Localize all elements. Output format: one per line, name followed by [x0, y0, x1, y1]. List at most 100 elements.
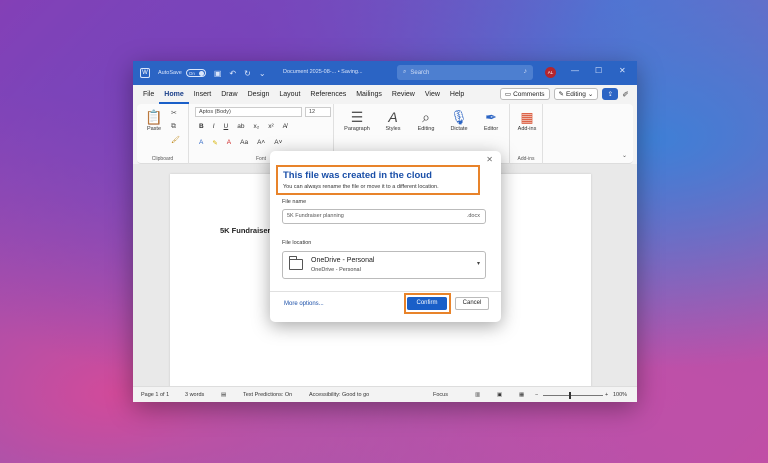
chevron-down-icon: ⌄ — [587, 91, 594, 98]
grow-font-icon[interactable]: A˄ — [257, 139, 265, 147]
bold-icon[interactable]: B — [199, 123, 204, 130]
share-button[interactable]: ⇪ — [602, 88, 619, 100]
shrink-font-icon[interactable]: A˅ — [274, 139, 282, 147]
focus-button[interactable]: Focus — [433, 392, 448, 398]
file-name-label: File name — [282, 199, 307, 205]
tab-insert[interactable]: Insert — [189, 85, 217, 104]
web-layout-icon[interactable]: ▦ — [519, 392, 524, 398]
more-options-link[interactable]: More options... — [284, 301, 324, 307]
copilot-icon[interactable]: ✐ — [622, 90, 629, 99]
copy-icon[interactable]: ⧉ — [171, 123, 176, 131]
tab-design[interactable]: Design — [243, 85, 275, 104]
zoom-slider[interactable] — [543, 395, 603, 396]
editing-button[interactable]: ⌕ Editing — [412, 108, 440, 132]
collapse-ribbon-icon[interactable]: ⌄ — [622, 152, 627, 159]
tab-mailings[interactable]: Mailings — [351, 85, 387, 104]
accessibility-status[interactable]: Accessibility: Good to go — [309, 392, 369, 398]
word-icon[interactable]: W — [140, 68, 150, 78]
document-text[interactable]: 5K Fundraiser — [220, 226, 270, 235]
undo-icon[interactable]: ↶ — [229, 69, 236, 78]
cut-icon[interactable]: ✂ — [171, 109, 177, 117]
format-row: B I U ab x₂ x² A̸ — [199, 123, 287, 130]
page-count[interactable]: Page 1 of 1 — [141, 392, 169, 398]
folder-icon — [289, 256, 303, 270]
microphone-icon[interactable]: ♪ — [524, 68, 528, 75]
chevron-down-icon: ▾ — [476, 261, 480, 267]
paste-button[interactable]: 📋 Paste — [143, 108, 165, 132]
addins-icon: ▦ — [520, 109, 534, 125]
confirm-button[interactable]: Confirm — [407, 297, 447, 310]
font-color-icon[interactable]: A — [227, 139, 231, 147]
underline-icon[interactable]: U — [224, 123, 229, 130]
paragraph-button[interactable]: ☰ Paragraph — [340, 108, 374, 132]
file-location-label: File location — [282, 240, 312, 246]
maximize-button[interactable]: ☐ — [595, 66, 602, 75]
italic-icon[interactable]: I — [213, 123, 215, 130]
tab-help[interactable]: Help — [445, 85, 469, 104]
subscript-icon[interactable]: x₂ — [253, 123, 259, 130]
editor-icon: ✒ — [485, 109, 497, 125]
pencil-icon: ✎ — [558, 91, 564, 98]
addins-group: ▦ Add-ins Add-ins — [509, 104, 543, 164]
clipboard-icon: 📋 — [145, 109, 163, 125]
close-button[interactable]: ✕ — [619, 66, 626, 75]
text-predictions[interactable]: Text Predictions: On — [243, 392, 292, 398]
autosave-toggle[interactable]: On — [185, 69, 206, 77]
file-name-input[interactable]: 5K Fundraiser planning .docx — [282, 209, 486, 224]
editing-mode-button[interactable]: ✎ Editing ⌄ — [553, 88, 599, 100]
tab-review[interactable]: Review — [387, 85, 420, 104]
avatar[interactable]: AL — [545, 67, 556, 78]
font-name-select[interactable]: Aptos (Body) — [195, 107, 302, 117]
cancel-button[interactable]: Cancel — [455, 297, 489, 310]
read-mode-icon[interactable]: ▥ — [475, 392, 480, 398]
editor-button[interactable]: ✒ Editor — [478, 108, 504, 132]
document-title[interactable]: Document 2025-08-... • Saving... — [283, 69, 363, 75]
dictate-button[interactable]: 🎙 Dictate — [446, 108, 472, 132]
change-case-icon[interactable]: Aa — [240, 139, 248, 147]
proofing-icon[interactable]: ▤ — [221, 392, 226, 398]
file-extension: .docx — [466, 213, 480, 219]
clipboard-group-label: Clipboard — [151, 156, 174, 162]
font-size-select[interactable]: 12 — [305, 107, 331, 117]
tab-layout[interactable]: Layout — [274, 85, 305, 104]
close-icon[interactable]: ✕ — [486, 155, 493, 164]
word-count[interactable]: 3 words — [185, 392, 204, 398]
print-layout-icon[interactable]: ▣ — [497, 392, 502, 398]
strikethrough-icon[interactable]: ab — [237, 123, 244, 130]
customize-icon[interactable]: ⌄ — [259, 69, 266, 78]
addins-group-label: Add-ins — [517, 156, 535, 162]
comment-icon: ▭ — [504, 91, 512, 98]
minimize-button[interactable]: — — [571, 66, 579, 75]
autosave-label: AutoSave — [158, 70, 182, 76]
file-location-select[interactable]: OneDrive - Personal OneDrive - Personal … — [282, 251, 486, 279]
zoom-level[interactable]: 100% — [613, 392, 627, 398]
tab-draw[interactable]: Draw — [216, 85, 242, 104]
menu-right-actions: ▭ Comments ✎ Editing ⌄ ⇪ ✐ — [499, 88, 629, 100]
dialog-title: This file was created in the cloud — [283, 170, 432, 181]
menu-bar: File Home Insert Draw Design Layout Refe… — [133, 85, 637, 104]
zoom-slider-thumb[interactable] — [569, 392, 571, 399]
styles-button[interactable]: A Styles — [380, 108, 406, 132]
superscript-icon[interactable]: x² — [268, 123, 273, 130]
clear-format-icon[interactable]: A̸ — [283, 123, 287, 130]
addins-button[interactable]: ▦ Add-ins — [514, 108, 540, 132]
save-icon[interactable]: ▣ — [214, 69, 222, 78]
search-input[interactable]: ⌕ Search ♪ — [397, 65, 533, 80]
status-bar: Page 1 of 1 3 words ▤ Text Predictions: … — [133, 386, 637, 402]
highlight-icon[interactable]: ✎ — [212, 139, 217, 147]
dialog-subtitle: You can always rename the file or move i… — [283, 184, 439, 190]
comments-button[interactable]: ▭ Comments — [499, 88, 550, 100]
tab-references[interactable]: References — [305, 85, 351, 104]
tab-file[interactable]: File — [133, 85, 159, 104]
title-bar: W AutoSave On ▣ ↶ ↻ ⌄ Document 2025-08-.… — [133, 61, 637, 85]
tab-home[interactable]: Home — [159, 85, 189, 104]
tab-view[interactable]: View — [420, 85, 445, 104]
dialog-header: This file was created in the cloud You c… — [276, 165, 480, 195]
zoom-out-icon[interactable]: − — [535, 392, 538, 398]
zoom-in-icon[interactable]: + — [605, 392, 608, 398]
clipboard-group: 📋 Paste ✂ ⧉ 🖌 Clipboard — [137, 104, 189, 164]
redo-icon[interactable]: ↻ — [244, 69, 251, 78]
microphone-icon: 🎙 — [450, 109, 468, 125]
format-painter-icon[interactable]: 🖌 — [171, 136, 180, 144]
text-effects-icon[interactable]: A — [199, 139, 203, 147]
